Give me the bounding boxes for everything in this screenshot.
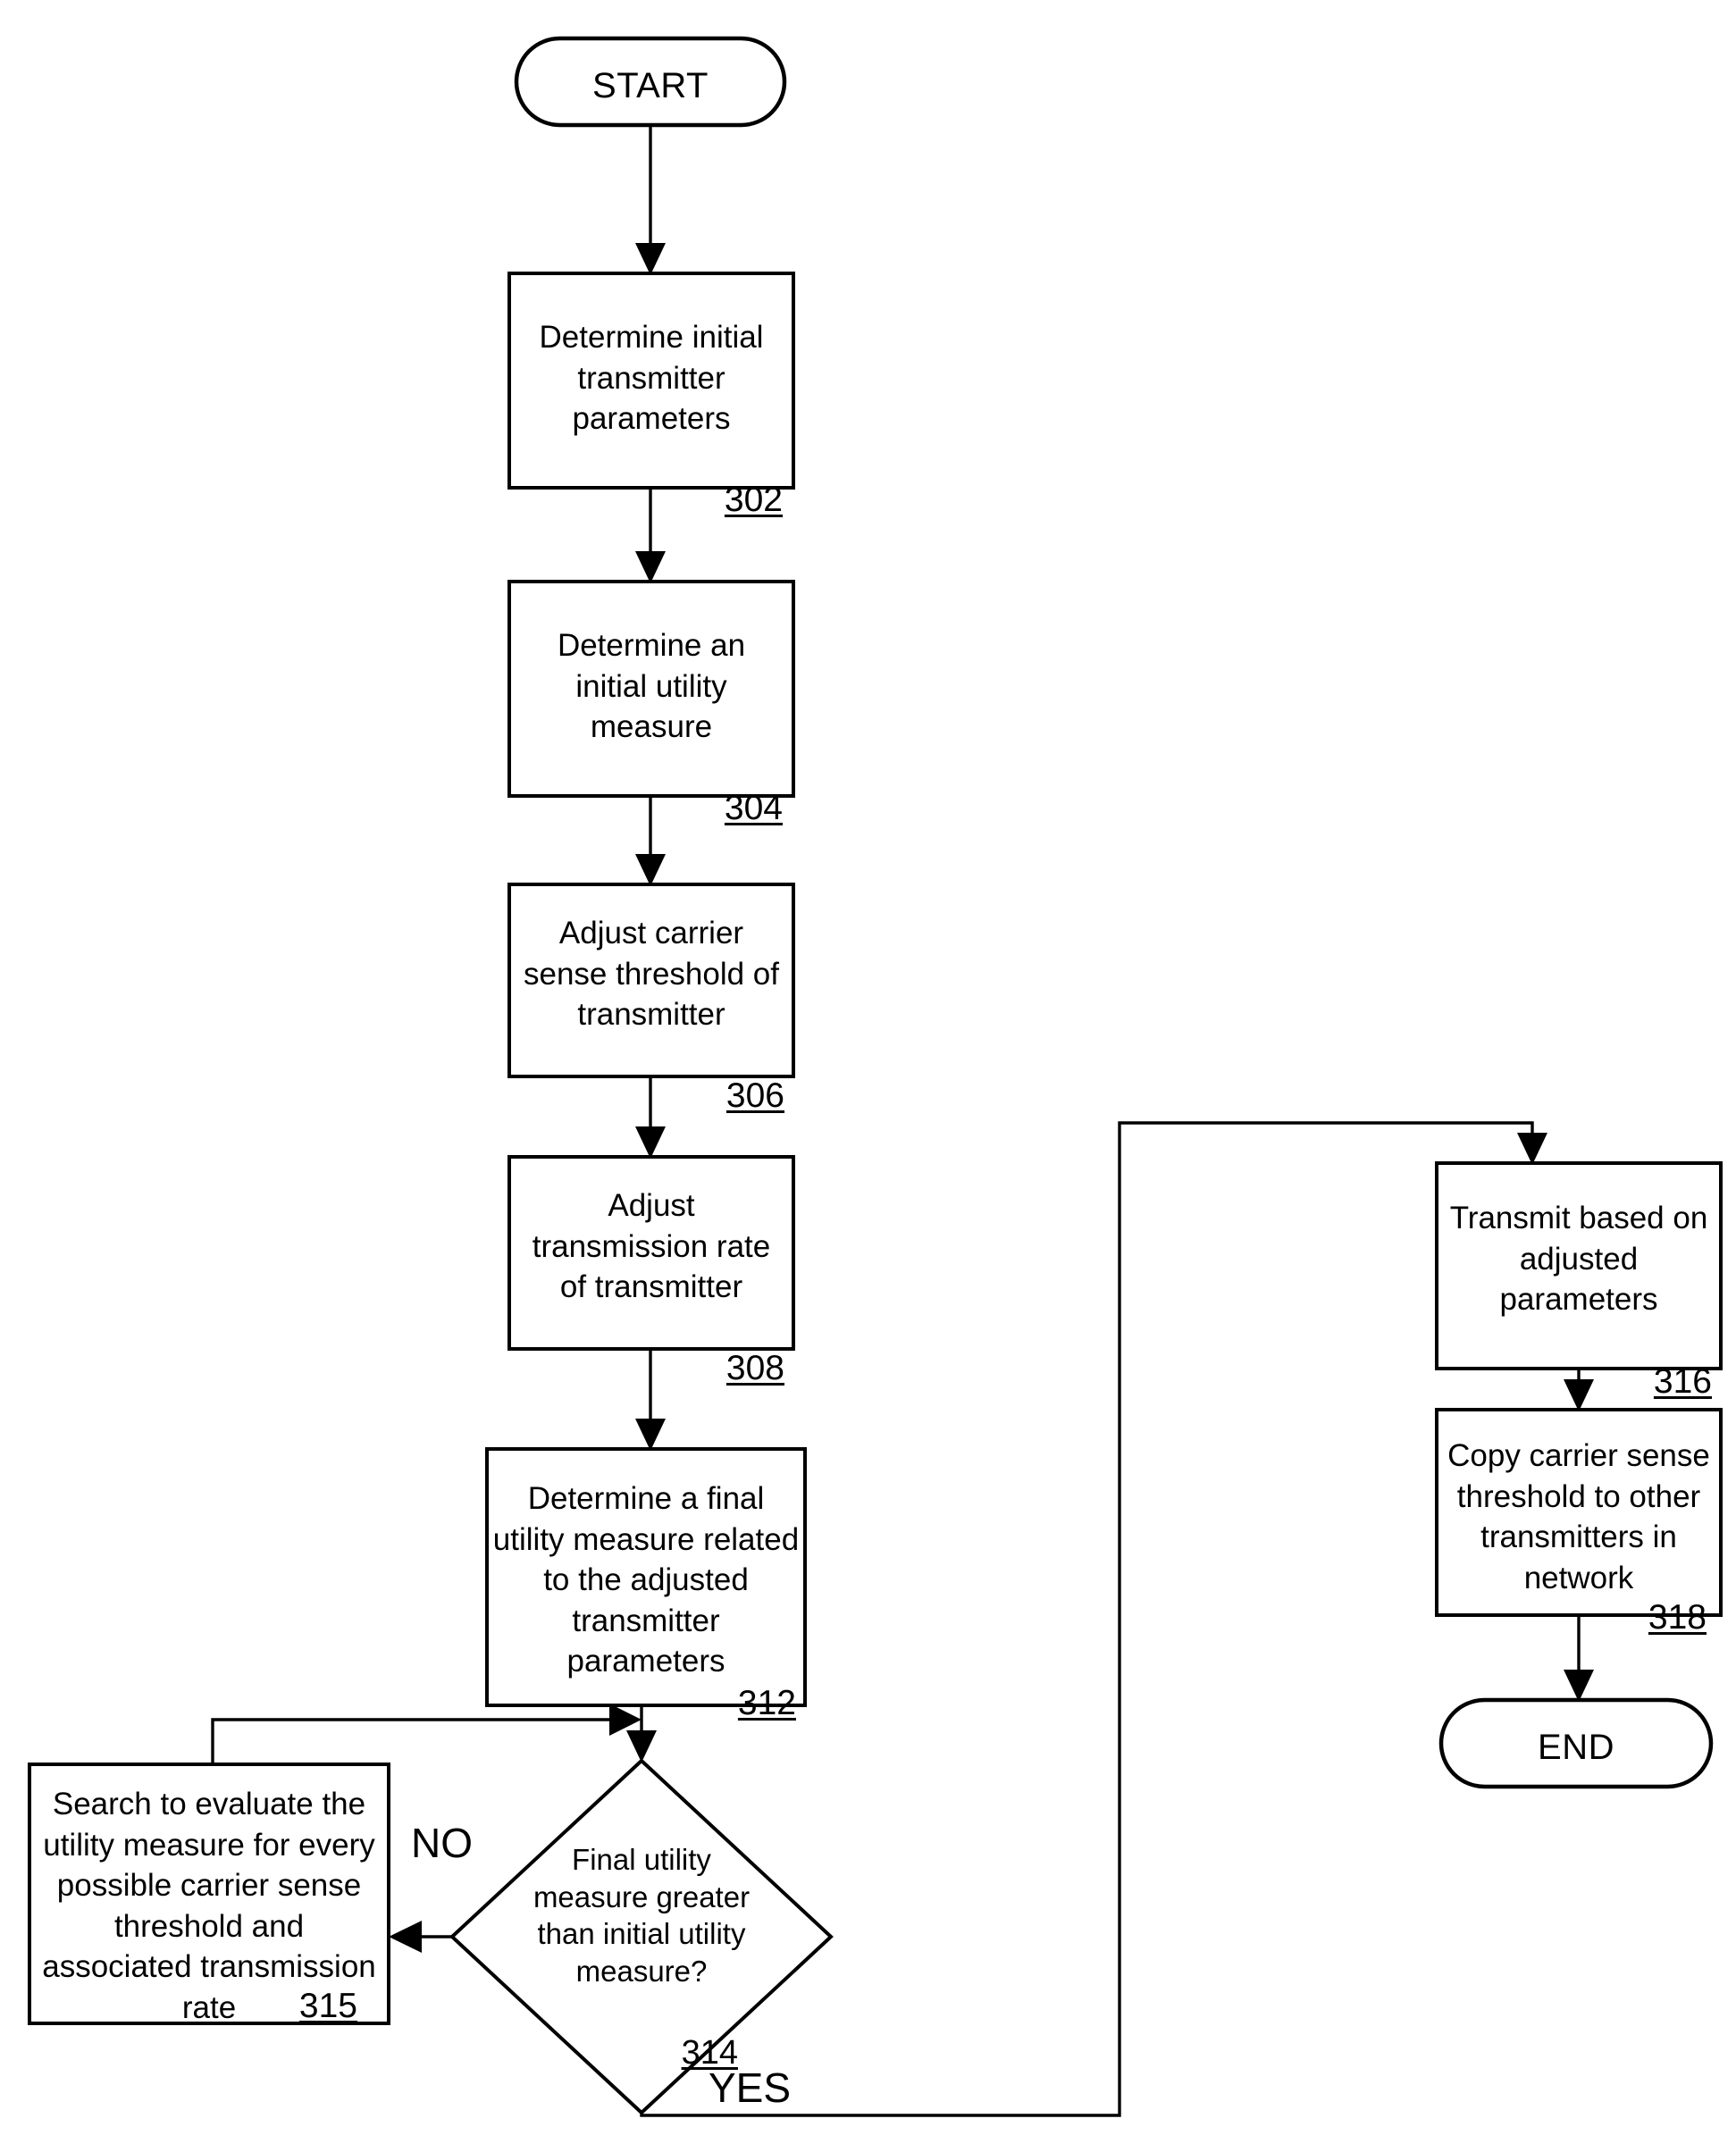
node-318-ref: 318 [1442, 1558, 1710, 1678]
node-302-ref: 302 [516, 440, 786, 560]
node-308-ref: 308 [515, 1309, 788, 1428]
node-312-ref-number: 312 [737, 1683, 796, 1722]
node-302-text: Determine initial transmitter parameters [539, 320, 764, 436]
node-302-ref-number: 302 [724, 480, 783, 519]
node-304-text: Determine an initial utility measure [557, 628, 746, 744]
node-306-ref: 306 [515, 1036, 788, 1156]
node-308-text: Adjust transmission rate of transmitter [532, 1188, 771, 1304]
node-314-text: Final utility measure greater than initi… [533, 1843, 751, 1988]
node-318-ref-number: 318 [1648, 1597, 1707, 1637]
node-315-ref: 315 [34, 1947, 361, 2066]
node-316-ref: 316 [1442, 1322, 1715, 1442]
node-306-ref-number: 306 [725, 1076, 784, 1115]
node-316-ref-number: 316 [1653, 1361, 1712, 1401]
node-312-ref: 312 [492, 1644, 800, 1763]
node-314-ref: 314 [482, 1994, 742, 2113]
node-304-ref-number: 304 [724, 788, 783, 827]
edge-start-to-302 [635, 125, 666, 275]
edge-314-no-to-315 [389, 1921, 452, 1953]
node-315-ref-number: 315 [298, 1986, 357, 2025]
node-314-ref-number: 314 [681, 2033, 738, 2072]
node-308-ref-number: 308 [725, 1348, 784, 1387]
edge-label-no: NO [411, 1820, 473, 1866]
node-start-label: START [592, 66, 709, 105]
node-306-text: Adjust carrier sense threshold of transm… [523, 916, 779, 1032]
node-end-label: END [1538, 1728, 1614, 1767]
node-316-text: Transmit based on adjusted parameters [1449, 1201, 1708, 1317]
node-304-ref: 304 [516, 749, 786, 868]
edge-label-yes: YES [709, 2064, 792, 2111]
flowchart-canvas: START Determine initial transmitter para… [0, 0, 1736, 2152]
